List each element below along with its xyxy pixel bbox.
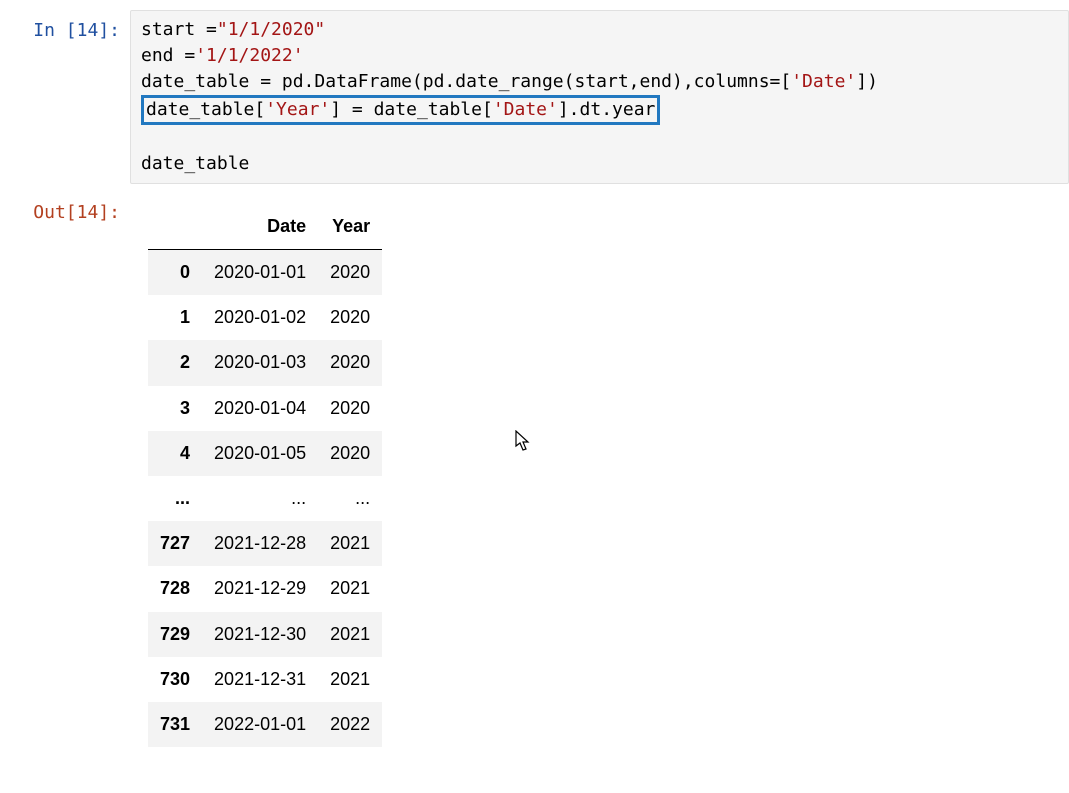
code-line-2: end ='1/1/2022' [141, 45, 304, 66]
input-prompt: In [14]: [0, 10, 130, 43]
input-cell: In [14]: start ="1/1/2020" end ='1/1/202… [0, 10, 1069, 184]
output-prompt: Out[14]: [0, 192, 130, 225]
table-row: 12020-01-022020 [148, 295, 382, 340]
table-row: 42020-01-052020 [148, 431, 382, 476]
code-line-1: start ="1/1/2020" [141, 19, 325, 40]
table-header: Date Year [148, 204, 382, 250]
highlighted-code-line: date_table['Year'] = date_table['Date'].… [141, 95, 660, 124]
code-line-3: date_table = pd.DataFrame(pd.date_range(… [141, 71, 878, 92]
table-row: 32020-01-042020 [148, 386, 382, 431]
col-year: Year [318, 204, 382, 250]
table-row: 7292021-12-302021 [148, 612, 382, 657]
table-row: 02020-01-012020 [148, 250, 382, 296]
dataframe-table: Date Year 02020-01-012020 12020-01-02202… [148, 204, 382, 747]
output-cell: Out[14]: Date Year 02020-01-012020 12020… [0, 192, 1069, 747]
table-row: 7282021-12-292021 [148, 566, 382, 611]
table-row: 7272021-12-282021 [148, 521, 382, 566]
table-row: ......... [148, 476, 382, 521]
code-input[interactable]: start ="1/1/2020" end ='1/1/2022' date_t… [130, 10, 1069, 184]
table-row: 7302021-12-312021 [148, 657, 382, 702]
code-line-5: date_table [141, 153, 249, 174]
col-date: Date [202, 204, 318, 250]
table-row: 22020-01-032020 [148, 340, 382, 385]
col-index [148, 204, 202, 250]
output-area: Date Year 02020-01-012020 12020-01-02202… [130, 192, 1069, 747]
table-row: 7312022-01-012022 [148, 702, 382, 747]
